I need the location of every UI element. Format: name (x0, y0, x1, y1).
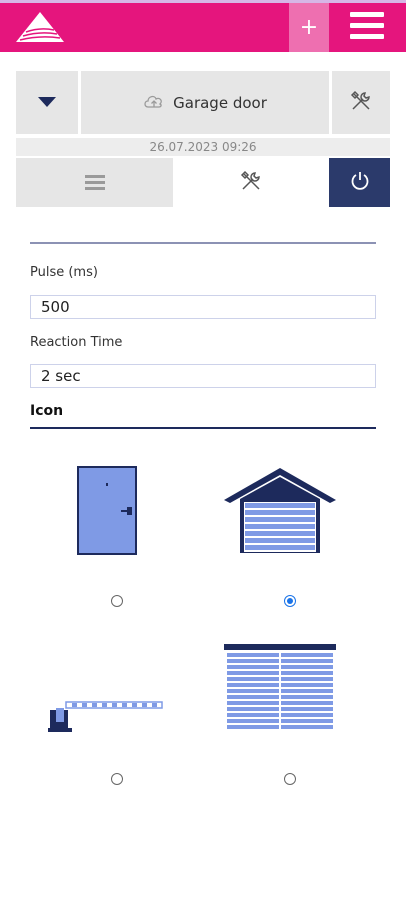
plus-icon: + (299, 15, 319, 40)
device-title: Garage door (173, 93, 267, 112)
reaction-time-label: Reaction Time (30, 335, 123, 350)
tools-icon (239, 169, 263, 197)
section-divider (30, 242, 376, 244)
status-strip (0, 0, 406, 3)
chevron-down-icon (38, 97, 56, 107)
power-icon (349, 170, 371, 196)
tools-icon (349, 89, 373, 117)
tab-settings[interactable] (173, 158, 329, 207)
hamburger-icon (84, 172, 105, 193)
menu-icon[interactable] (350, 12, 384, 42)
barrier-icon[interactable] (48, 698, 166, 738)
shutter-radio[interactable] (284, 773, 296, 785)
tab-power[interactable] (329, 158, 390, 207)
icon-divider (30, 427, 376, 429)
garage-icon[interactable] (222, 466, 338, 558)
device-title-box[interactable]: Garage door (81, 71, 329, 134)
garage-radio[interactable] (284, 595, 296, 607)
pulse-label: Pulse (ms) (30, 265, 98, 280)
door-radio[interactable] (111, 595, 123, 607)
door-icon[interactable] (77, 466, 139, 560)
cloud-upload-icon (143, 93, 165, 113)
pulse-input[interactable]: 500 (30, 295, 376, 319)
add-button[interactable]: + (289, 3, 329, 52)
logo-icon[interactable] (14, 10, 66, 44)
top-bar: + (0, 0, 406, 52)
icon-heading: Icon (30, 403, 64, 419)
barrier-radio[interactable] (111, 773, 123, 785)
reaction-time-input[interactable]: 2 sec (30, 364, 376, 388)
device-dropdown-button[interactable] (16, 71, 78, 134)
shutter-icon[interactable] (224, 644, 338, 740)
tab-list[interactable] (16, 158, 173, 207)
device-timestamp: 26.07.2023 09:26 (16, 138, 390, 156)
device-tools-button[interactable] (332, 71, 390, 134)
